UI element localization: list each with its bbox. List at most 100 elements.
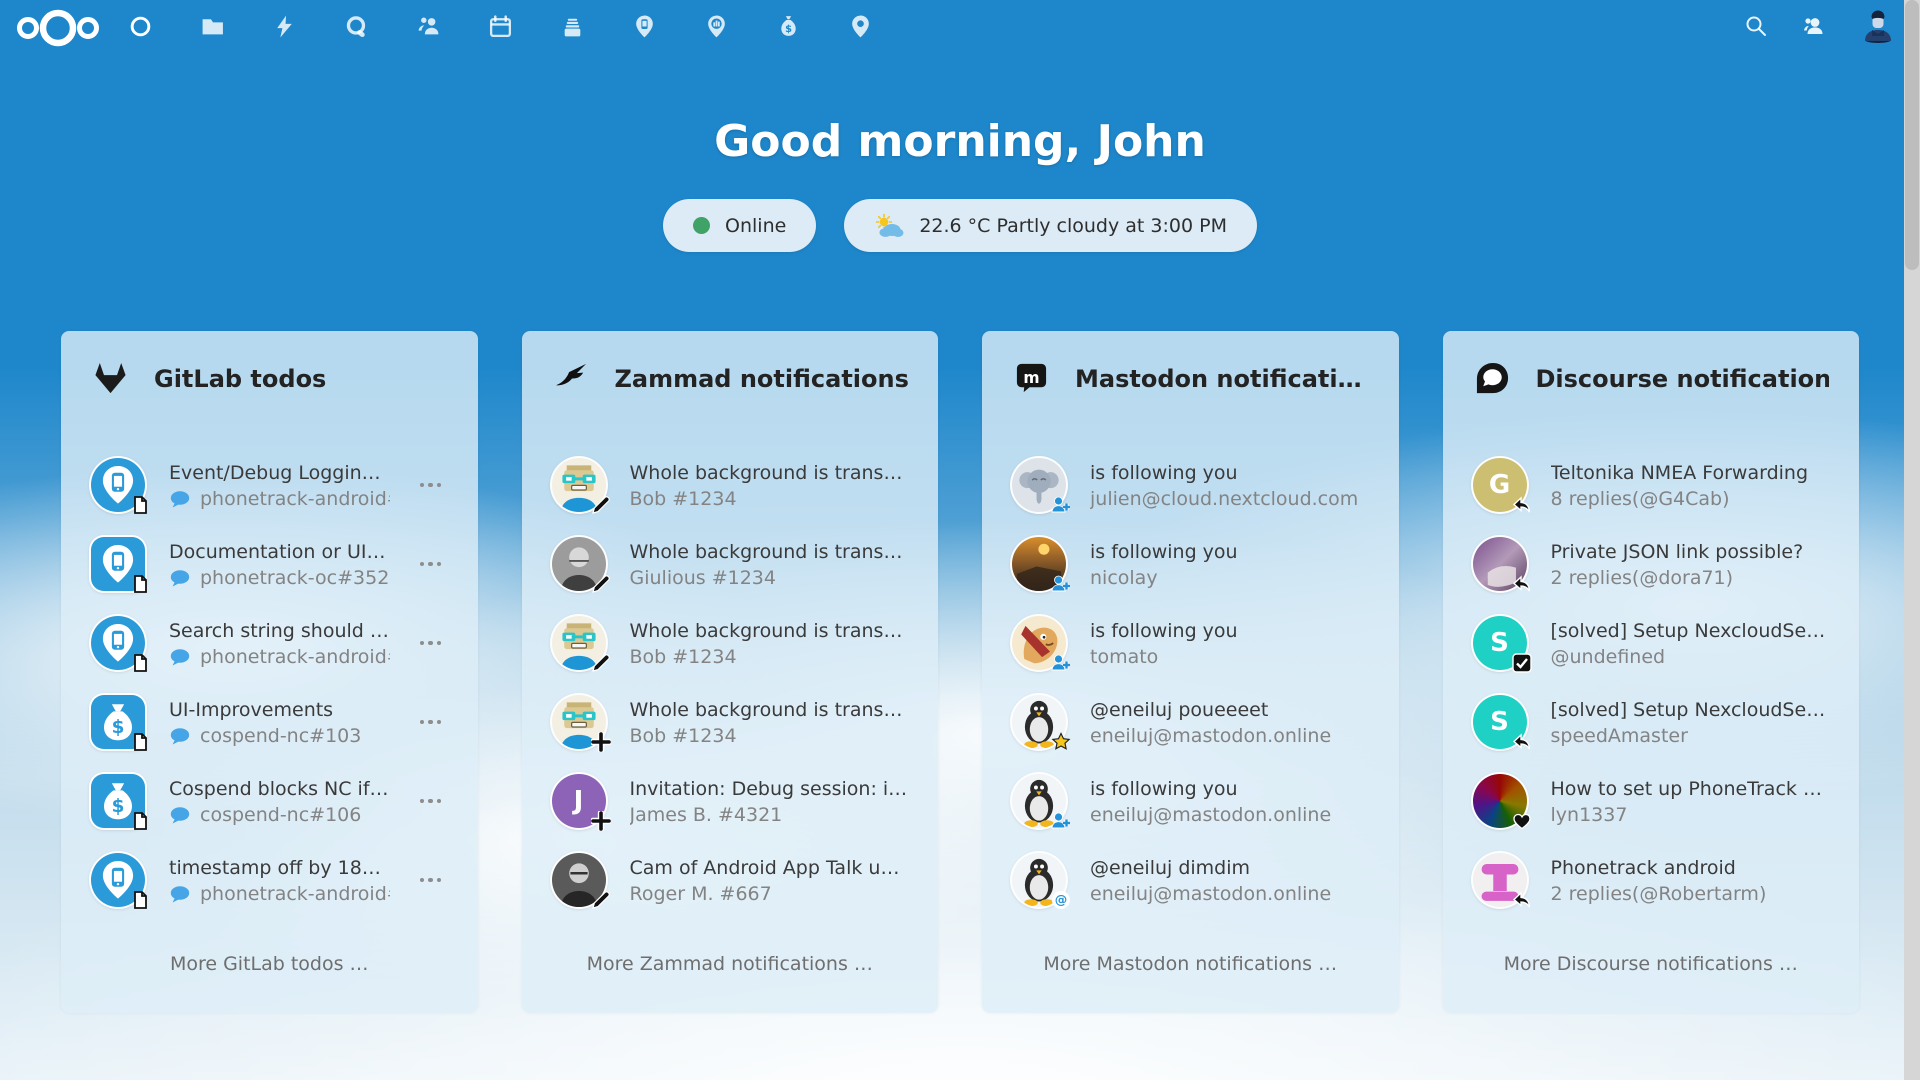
- list-item[interactable]: timestamp off by 18y, GP…phonetrack-andr…: [91, 847, 448, 913]
- item-menu-button[interactable]: [414, 635, 448, 652]
- star-badge-icon: [1051, 732, 1071, 752]
- mastodon-logo-icon: m: [1014, 361, 1049, 396]
- page-scrollbar[interactable]: [1904, 0, 1920, 1080]
- app-files-icon[interactable]: [200, 14, 225, 39]
- list-item[interactable]: @eneiluj poueeeeteneiluj@mastodon.online: [1012, 689, 1369, 755]
- item-text: is following youtomato: [1090, 618, 1369, 669]
- list-item[interactable]: $ UI-Improvementscospend-nc#103: [91, 689, 448, 755]
- widget-card-mastodon-notifications: mMastodon notificati…is following youjul…: [982, 331, 1399, 1013]
- item-subtitle-text: lyn1337: [1551, 804, 1628, 826]
- item-menu-button[interactable]: [414, 714, 448, 731]
- item-text: Cospend blocks NC if Acti…cospend-nc#106: [169, 776, 390, 827]
- nextcloud-logo-icon[interactable]: [14, 5, 102, 51]
- list-item[interactable]: $ Cospend blocks NC if Acti…cospend-nc#10…: [91, 768, 448, 834]
- avatar-wrap: [552, 537, 606, 591]
- item-text: [solved] Setup NexcloudServer …@undefine…: [1551, 618, 1830, 669]
- more-link-discourse-notifications[interactable]: More Discourse notifications …: [1473, 953, 1830, 975]
- app-calendar-icon[interactable]: [488, 14, 513, 39]
- online-status-pill[interactable]: Online: [663, 199, 816, 252]
- item-text: timestamp off by 18y, GP…phonetrack-andr…: [169, 855, 390, 906]
- item-title: Cospend blocks NC if Acti…: [169, 776, 390, 803]
- app-talk-icon[interactable]: [344, 14, 369, 39]
- item-text: is following younicolay: [1090, 539, 1369, 590]
- item-subtitle-text: James B. #4321: [630, 804, 783, 826]
- list-item[interactable]: Whole background is transparentGiulious …: [552, 531, 909, 597]
- app-dashboard-icon[interactable]: [128, 14, 153, 39]
- item-title: Private JSON link possible?: [1551, 539, 1830, 566]
- item-subtitle-text: 8 replies(@G4Cab): [1551, 488, 1730, 510]
- list-item[interactable]: GTeltonika NMEA Forwarding8 replies(@G4C…: [1473, 452, 1830, 518]
- list-item[interactable]: is following younicolay: [1012, 531, 1369, 597]
- avatar-wrap: $: [91, 774, 145, 828]
- item-subtitle-text: eneiluj@mastodon.online: [1090, 725, 1331, 747]
- list-item[interactable]: Whole background is transparentBob #1234: [552, 610, 909, 676]
- item-subtitle: cospend-nc#103: [169, 725, 390, 747]
- heart-badge-icon: [1512, 811, 1532, 831]
- avatar-wrap: [552, 695, 606, 749]
- app-contacts-icon[interactable]: [416, 14, 441, 39]
- list-item[interactable]: Event/Debug Logging in t…phonetrack-andr…: [91, 452, 448, 518]
- list-item[interactable]: Whole background is transparentBob #1234: [552, 689, 909, 755]
- item-subtitle-text: @undefined: [1551, 646, 1666, 668]
- item-subtitle: eneiluj@mastodon.online: [1090, 883, 1369, 905]
- item-subtitle-text: tomato: [1090, 646, 1158, 668]
- user-avatar[interactable]: [1860, 8, 1896, 44]
- item-subtitle: Bob #1234: [630, 488, 909, 510]
- avatar-wrap: $: [91, 695, 145, 749]
- item-title: How to set up PhoneTrack so P…: [1551, 776, 1830, 803]
- list-item[interactable]: Documentation or UI: Os…phonetrack-oc#35…: [91, 531, 448, 597]
- app-phonetrack-icon[interactable]: [632, 14, 657, 39]
- app-maps-icon[interactable]: [848, 14, 873, 39]
- scrollbar-thumb[interactable]: [1905, 0, 1919, 270]
- list-item[interactable]: S[solved] Setup NexcloudServer …@undefin…: [1473, 610, 1830, 676]
- avatar-wrap: [1473, 774, 1527, 828]
- list-item[interactable]: is following youjulien@cloud.nextcloud.c…: [1012, 452, 1369, 518]
- contacts-menu-icon[interactable]: [1802, 14, 1826, 38]
- item-subtitle: Roger M. #667: [630, 883, 909, 905]
- item-title: @eneiluj dimdim: [1090, 855, 1369, 882]
- app-deck-icon[interactable]: [560, 14, 585, 39]
- item-menu-button[interactable]: [414, 556, 448, 573]
- page-badge-icon: [130, 811, 150, 831]
- item-subtitle-text: cospend-nc#106: [200, 804, 361, 826]
- zammad-logo-icon: [554, 361, 589, 396]
- person-add-badge-icon: [1051, 811, 1071, 831]
- list-item[interactable]: Private JSON link possible?2 replies(@do…: [1473, 531, 1830, 597]
- weather-status-pill[interactable]: 22.6 °C Partly cloudy at 3:00 PM: [844, 199, 1257, 252]
- item-text: Whole background is transparentGiulious …: [630, 539, 909, 590]
- dashboard-widgets: GitLab todosEvent/Debug Logging in t…pho…: [61, 331, 1859, 1013]
- online-status-dot: [693, 217, 710, 234]
- item-title: Whole background is transparent: [630, 539, 909, 566]
- item-subtitle-text: Bob #1234: [630, 488, 737, 510]
- list-item[interactable]: is following youtomato: [1012, 610, 1369, 676]
- list-item[interactable]: How to set up PhoneTrack so P…lyn1337: [1473, 768, 1830, 834]
- item-text: is following youjulien@cloud.nextcloud.c…: [1090, 460, 1369, 511]
- item-menu-button[interactable]: [414, 793, 448, 810]
- item-title: UI-Improvements: [169, 697, 390, 724]
- more-link-zammad-notifications[interactable]: More Zammad notifications …: [552, 953, 909, 975]
- avatar-wrap: [1012, 537, 1066, 591]
- app-activity-icon[interactable]: [272, 14, 297, 39]
- app-icon-bar: $: [128, 14, 873, 39]
- list-item[interactable]: S[solved] Setup NexcloudServer …speedAma…: [1473, 689, 1830, 755]
- app-tracks-icon[interactable]: [704, 14, 729, 39]
- item-subtitle-text: cospend-nc#103: [200, 725, 361, 747]
- item-subtitle: phonetrack-oc#352: [169, 567, 390, 589]
- item-subtitle-text: phonetrack-android#216: [200, 646, 390, 668]
- item-menu-button[interactable]: [414, 477, 448, 494]
- avatar-wrap: [91, 458, 145, 512]
- item-menu-button[interactable]: [414, 872, 448, 889]
- more-link-mastodon-notifications[interactable]: More Mastodon notifications …: [1012, 953, 1369, 975]
- list-item[interactable]: JInvitation: Debug session: issue …James…: [552, 768, 909, 834]
- item-title: Cam of Android App Talk user t…: [630, 855, 909, 882]
- app-cospend-icon[interactable]: $: [776, 14, 801, 39]
- list-item[interactable]: is following youeneiluj@mastodon.online: [1012, 768, 1369, 834]
- list-item[interactable]: Search string should be ac…phonetrack-an…: [91, 610, 448, 676]
- list-item[interactable]: Cam of Android App Talk user t…Roger M. …: [552, 847, 909, 913]
- search-icon[interactable]: [1744, 14, 1768, 38]
- list-item[interactable]: Whole background is transparentBob #1234: [552, 452, 909, 518]
- widget-card-discourse-notifications: Discourse notificationsGTeltonika NMEA F…: [1443, 331, 1860, 1013]
- more-link-gitlab-todos[interactable]: More GitLab todos …: [91, 953, 448, 975]
- list-item[interactable]: @@eneiluj dimdimeneiluj@mastodon.online: [1012, 847, 1369, 913]
- list-item[interactable]: Phonetrack android2 replies(@Robertarm): [1473, 847, 1830, 913]
